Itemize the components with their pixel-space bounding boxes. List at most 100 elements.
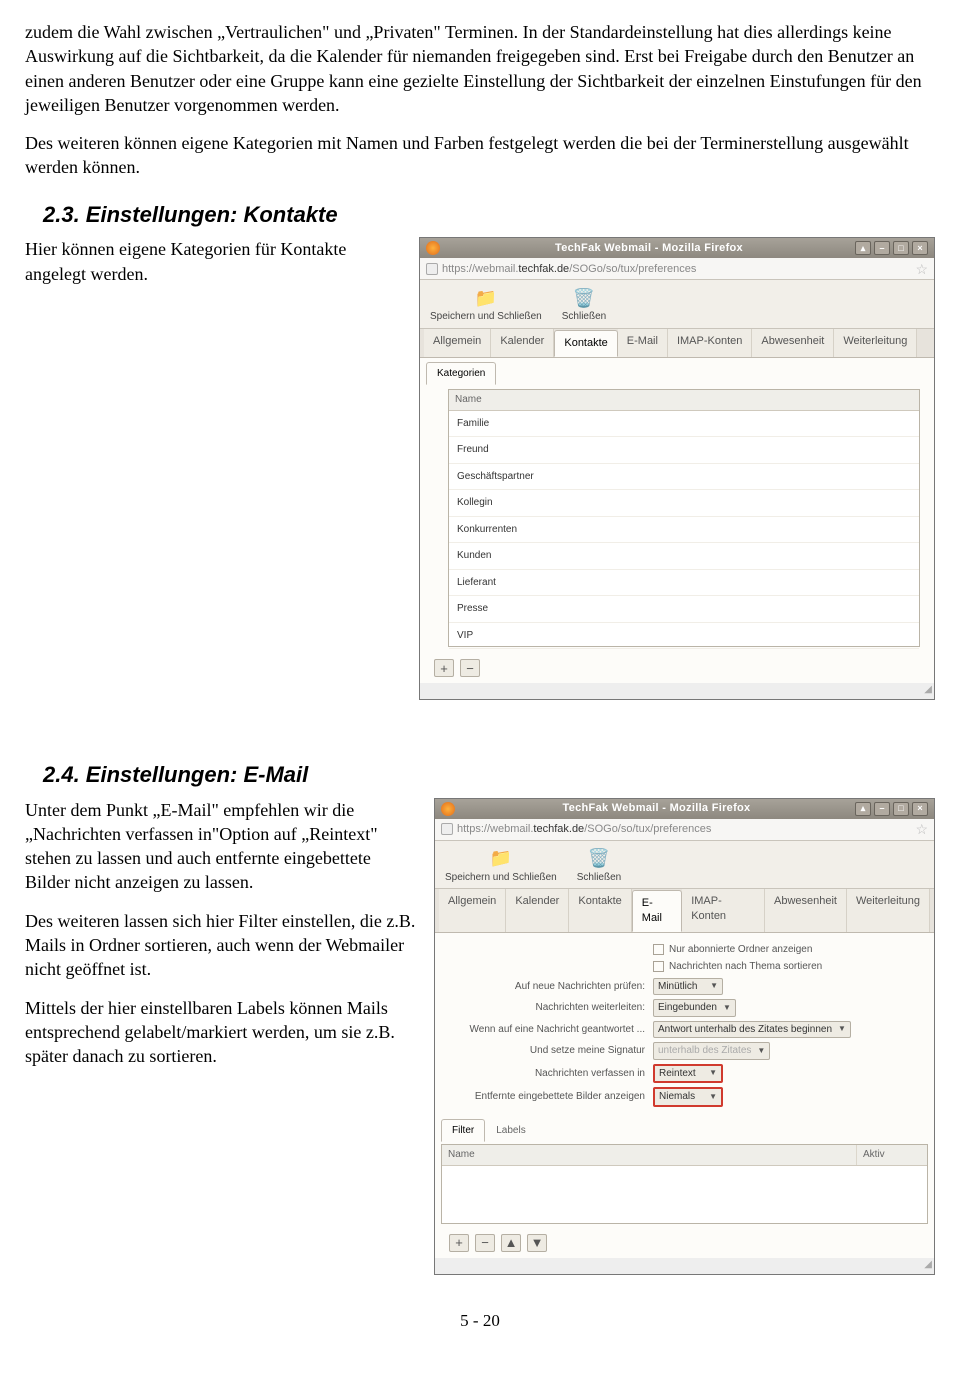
window-minimize-button[interactable]: –: [874, 802, 890, 816]
checkbox-sort-by-thread[interactable]: Nachrichten nach Thema sortieren: [653, 960, 822, 974]
tab-email[interactable]: E-Mail: [618, 329, 668, 357]
tab-imap[interactable]: IMAP-Konten: [668, 329, 752, 357]
url-text: https://webmail.techfak.de/SOGo/so/tux/p…: [442, 262, 911, 277]
column-aktiv[interactable]: Aktiv: [857, 1145, 927, 1165]
tab-abwesenheit[interactable]: Abwesenheit: [752, 329, 834, 357]
chevron-down-icon: ▼: [709, 1092, 717, 1103]
subtab-kategorien[interactable]: Kategorien: [426, 362, 496, 386]
list-item[interactable]: Kunden: [449, 543, 919, 570]
save-icon: 📁: [472, 286, 500, 310]
label-reply-placement: Wenn auf eine Nachricht geantwortet ...: [443, 1023, 653, 1037]
resize-grip-icon[interactable]: ◢: [435, 1258, 934, 1274]
list-item[interactable]: Kollegin: [449, 490, 919, 517]
tab-kontakte[interactable]: Kontakte: [554, 330, 617, 357]
label-forward: Nachrichten weiterleiten:: [443, 1001, 653, 1015]
window-close-button[interactable]: ×: [912, 802, 928, 816]
url-text: https://webmail.techfak.de/SOGo/so/tux/p…: [457, 822, 911, 837]
list-item[interactable]: Freund: [449, 437, 919, 464]
bookmark-star-icon[interactable]: ☆: [915, 820, 928, 839]
select-reply-placement[interactable]: Antwort unterhalb des Zitates beginnen▼: [653, 1021, 851, 1039]
window-up-button[interactable]: ▴: [855, 241, 871, 255]
list-item[interactable]: Geschäftspartner: [449, 464, 919, 491]
label-signature: Und setze meine Signatur: [443, 1044, 653, 1058]
list-item[interactable]: Lieferant: [449, 570, 919, 597]
tab-email[interactable]: E-Mail: [632, 890, 682, 932]
label-remote-images: Entfernte eingebettete Bilder anzeigen: [443, 1090, 653, 1104]
filter-list: Name Aktiv: [441, 1144, 928, 1224]
remove-button[interactable]: −: [460, 659, 480, 677]
window-maximize-button[interactable]: □: [893, 241, 909, 255]
list-item[interactable]: Presse: [449, 596, 919, 623]
save-close-button[interactable]: 📁 Speichern und Schließen: [445, 847, 557, 885]
close-button[interactable]: 🗑️ Schließen: [577, 847, 621, 885]
add-button[interactable]: +: [449, 1234, 469, 1252]
tab-allgemein[interactable]: Allgemein: [424, 329, 491, 357]
tab-bar: Allgemein Kalender Kontakte E-Mail IMAP-…: [435, 889, 934, 933]
close-button[interactable]: 🗑️ Schließen: [562, 286, 606, 324]
subtab-filter[interactable]: Filter: [441, 1119, 485, 1143]
resize-grip-icon[interactable]: ◢: [420, 683, 934, 699]
category-list: Name Familie Freund Geschäftspartner Kol…: [448, 389, 920, 647]
paragraph-kontakte: Hier können eigene Kategorien für Kontak…: [25, 237, 405, 286]
tab-weiterleitung[interactable]: Weiterleitung: [834, 329, 917, 357]
lock-icon: [426, 263, 438, 275]
select-signature-placement[interactable]: unterhalb des Zitates▼: [653, 1042, 770, 1060]
address-bar[interactable]: https://webmail.techfak.de/SOGo/so/tux/p…: [435, 819, 934, 841]
label-check-mail: Auf neue Nachrichten prüfen:: [443, 980, 653, 994]
window-close-button[interactable]: ×: [912, 241, 928, 255]
paragraph-intro-1: zudem die Wahl zwischen „Vertraulichen" …: [25, 20, 935, 117]
subtab-labels[interactable]: Labels: [485, 1119, 536, 1143]
window-title: TechFak Webmail - Mozilla Firefox: [446, 241, 852, 256]
save-close-button[interactable]: 📁 Speichern und Schließen: [430, 286, 542, 324]
window-title: TechFak Webmail - Mozilla Firefox: [461, 801, 852, 816]
chevron-down-icon: ▼: [838, 1024, 846, 1035]
address-bar[interactable]: https://webmail.techfak.de/SOGo/so/tux/p…: [420, 258, 934, 280]
checkbox-subscribed-only[interactable]: Nur abonnierte Ordner anzeigen: [653, 943, 812, 957]
tab-abwesenheit[interactable]: Abwesenheit: [765, 889, 847, 932]
toolbar: 📁 Speichern und Schließen 🗑️ Schließen: [435, 841, 934, 890]
screenshot-kontakte: TechFak Webmail - Mozilla Firefox ▴ – □ …: [419, 237, 935, 699]
firefox-icon: [441, 802, 455, 816]
column-name[interactable]: Name: [442, 1145, 857, 1165]
remove-button[interactable]: −: [475, 1234, 495, 1252]
bookmark-star-icon[interactable]: ☆: [915, 260, 928, 279]
toolbar: 📁 Speichern und Schließen 🗑️ Schließen: [420, 280, 934, 329]
list-item[interactable]: Konkurrenten: [449, 517, 919, 544]
move-up-button[interactable]: ▲: [501, 1234, 521, 1252]
list-header-name[interactable]: Name: [449, 390, 919, 411]
add-button[interactable]: +: [434, 659, 454, 677]
paragraph-intro-2: Des weiteren können eigene Kategorien mi…: [25, 131, 935, 180]
lock-icon: [441, 823, 453, 835]
save-icon: 📁: [487, 847, 515, 871]
chevron-down-icon: ▼: [710, 981, 718, 992]
window-titlebar: TechFak Webmail - Mozilla Firefox ▴ – □ …: [435, 799, 934, 819]
tab-kalender[interactable]: Kalender: [506, 889, 569, 932]
window-minimize-button[interactable]: –: [874, 241, 890, 255]
select-forward-mode[interactable]: Eingebunden▼: [653, 999, 736, 1017]
tab-kalender[interactable]: Kalender: [491, 329, 554, 357]
heading-email: 2.4. Einstellungen: E-Mail: [43, 760, 935, 790]
screenshot-email: TechFak Webmail - Mozilla Firefox ▴ – □ …: [434, 798, 935, 1275]
tab-kontakte[interactable]: Kontakte: [569, 889, 631, 932]
tab-imap[interactable]: IMAP-Konten: [682, 889, 765, 932]
heading-kontakte: 2.3. Einstellungen: Kontakte: [43, 200, 935, 230]
select-remote-images[interactable]: Niemals▼: [653, 1087, 723, 1107]
list-item[interactable]: VIP: [449, 623, 919, 650]
page-number: 5 - 20: [25, 1310, 935, 1333]
move-down-button[interactable]: ▼: [527, 1234, 547, 1252]
paragraph-email-1: Unter dem Punkt „E-Mail" empfehlen wir d…: [25, 798, 420, 895]
chevron-down-icon: ▼: [723, 1003, 731, 1014]
select-compose-format[interactable]: Reintext▼: [653, 1064, 723, 1084]
window-maximize-button[interactable]: □: [893, 802, 909, 816]
paragraph-email-2: Des weiteren lassen sich hier Filter ein…: [25, 909, 420, 982]
tab-bar: Allgemein Kalender Kontakte E-Mail IMAP-…: [420, 329, 934, 358]
window-up-button[interactable]: ▴: [855, 802, 871, 816]
list-item[interactable]: Familie: [449, 411, 919, 438]
tab-allgemein[interactable]: Allgemein: [439, 889, 506, 932]
tab-weiterleitung[interactable]: Weiterleitung: [847, 889, 930, 932]
paragraph-email-3: Mittels der hier einstellbaren Labels kö…: [25, 996, 420, 1069]
select-check-interval[interactable]: Minütlich▼: [653, 978, 723, 996]
close-icon: 🗑️: [585, 847, 613, 871]
label-compose-format: Nachrichten verfassen in: [443, 1067, 653, 1081]
chevron-down-icon: ▼: [709, 1068, 717, 1079]
